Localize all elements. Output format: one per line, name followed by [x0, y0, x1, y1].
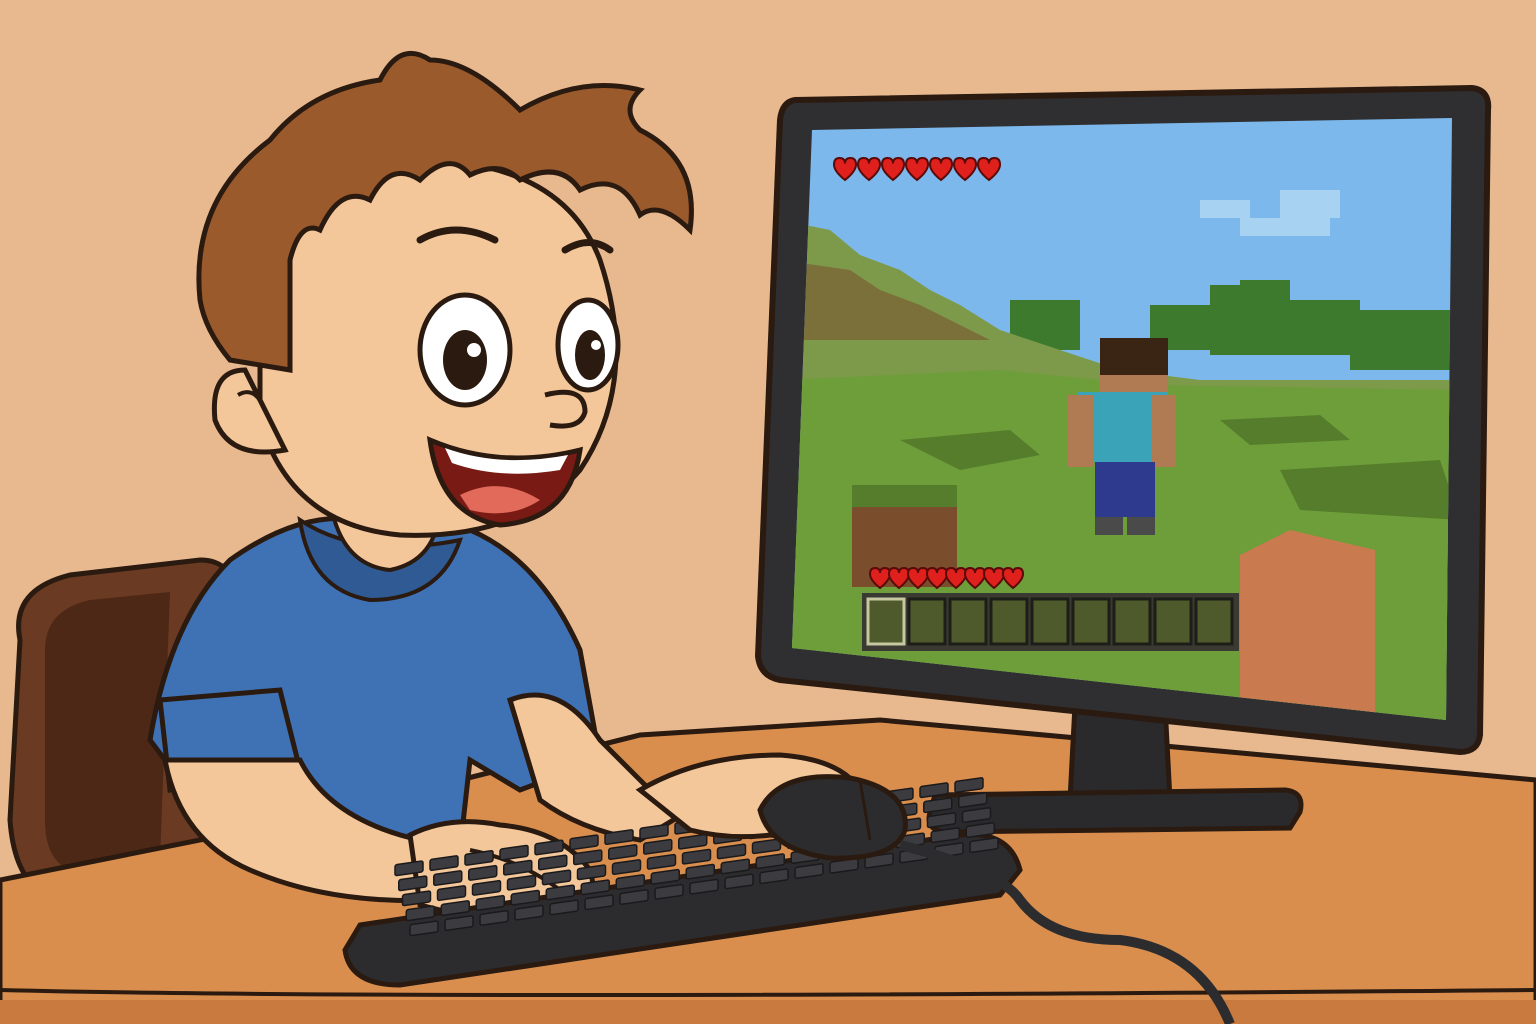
illustration — [0, 0, 1536, 1024]
hotbar-slot[interactable] — [1112, 597, 1152, 646]
hotbar-slot[interactable] — [1030, 597, 1070, 646]
first-person-hand — [1240, 530, 1375, 720]
hotbar-slot[interactable] — [1153, 597, 1193, 646]
hotbar-slot[interactable] — [1194, 597, 1234, 646]
hotbar-slot[interactable] — [907, 597, 947, 646]
hotbar-slot[interactable] — [989, 597, 1029, 646]
hotbar-slot[interactable] — [948, 597, 988, 646]
hotbar — [862, 593, 1239, 651]
hotbar-slot[interactable] — [1071, 597, 1111, 646]
hotbar-slot[interactable] — [866, 597, 906, 646]
